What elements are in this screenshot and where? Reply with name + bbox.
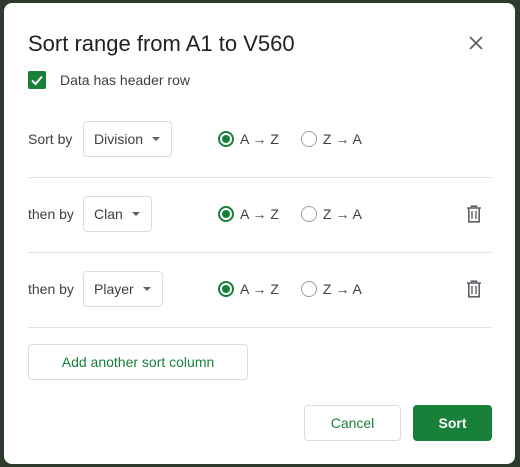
sort-row-label: Sort by	[28, 131, 73, 147]
sort-order-az-label: A → Z	[240, 131, 279, 147]
radio-selected-icon	[218, 206, 234, 222]
sort-order-az[interactable]: A → Z	[218, 206, 279, 222]
sort-column-dropdown[interactable]: Clan	[83, 196, 152, 232]
header-row-label: Data has header row	[60, 72, 190, 88]
radio-selected-icon	[218, 281, 234, 297]
add-sort-column-button[interactable]: Add another sort column	[28, 344, 248, 380]
sort-order-az-label: A → Z	[240, 206, 279, 222]
sort-row-1: Sort by Division A → Z Z → A	[28, 119, 491, 159]
sort-row-3: then by Player A → Z Z → A	[28, 269, 491, 309]
close-button[interactable]	[462, 29, 490, 57]
sort-button[interactable]: Sort	[413, 405, 492, 441]
caret-down-icon	[142, 287, 151, 291]
delete-sort-row-button[interactable]	[464, 279, 484, 299]
sort-column-value: Division	[94, 131, 144, 147]
close-icon	[469, 36, 483, 50]
row-divider	[28, 177, 491, 178]
sort-row-label: then by	[28, 281, 74, 297]
sort-order-az[interactable]: A → Z	[218, 281, 279, 297]
sort-column-dropdown[interactable]: Player	[83, 271, 163, 307]
sort-order-za-label: Z → A	[322, 131, 362, 147]
sort-order-za-label: Z → A	[322, 281, 362, 297]
sort-order-group: A → Z Z → A	[218, 269, 384, 309]
sort-order-za[interactable]: Z → A	[300, 131, 362, 147]
sort-order-za[interactable]: Z → A	[300, 281, 362, 297]
sort-order-za[interactable]: Z → A	[300, 206, 362, 222]
trash-icon	[467, 205, 481, 223]
row-divider	[28, 252, 491, 253]
sort-order-za-label: Z → A	[322, 206, 362, 222]
radio-unselected-icon	[300, 206, 317, 222]
header-row-checkbox[interactable]	[28, 71, 46, 89]
sort-order-group: A → Z Z → A	[218, 119, 384, 159]
caret-down-icon	[131, 212, 140, 216]
radio-unselected-icon	[300, 131, 317, 147]
delete-sort-row-button[interactable]	[464, 204, 484, 224]
sort-order-az[interactable]: A → Z	[218, 131, 279, 147]
sort-row-2: then by Clan A → Z Z → A	[28, 194, 491, 234]
row-divider	[28, 327, 491, 328]
cancel-button[interactable]: Cancel	[304, 405, 401, 441]
sort-order-group: A → Z Z → A	[218, 194, 384, 234]
sort-column-value: Player	[94, 281, 134, 297]
radio-selected-icon	[218, 131, 234, 147]
header-row-option: Data has header row	[28, 71, 190, 89]
sort-order-az-label: A → Z	[240, 281, 279, 297]
sort-column-dropdown[interactable]: Division	[83, 121, 173, 157]
trash-icon	[467, 280, 481, 298]
sort-row-label: then by	[28, 206, 74, 222]
dialog-title: Sort range from A1 to V560	[28, 31, 295, 56]
caret-down-icon	[152, 137, 161, 141]
sort-column-value: Clan	[94, 206, 123, 222]
check-icon	[31, 75, 43, 86]
radio-unselected-icon	[300, 281, 317, 297]
sort-range-dialog: Sort range from A1 to V560 Data has head…	[4, 3, 515, 464]
